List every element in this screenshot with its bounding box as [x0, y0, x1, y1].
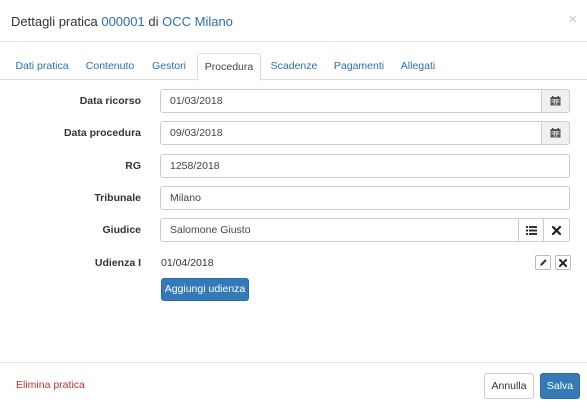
calendar-icon: [550, 96, 561, 106]
tab-bar: Dati pratica Contenuto Gestori Procedura…: [0, 53, 587, 81]
tab-scadenze[interactable]: Scadenze: [263, 53, 325, 80]
udienza-row: Udienza I 01/04/2018: [0, 255, 587, 271]
rg-input[interactable]: [160, 154, 570, 178]
modal-footer: Elimina pratica Annulla Salva: [0, 362, 587, 409]
data-ricorso-label: Data ricorso: [79, 95, 141, 107]
udienza-edit-button[interactable]: [535, 255, 551, 270]
giudice-label: Giudice: [102, 224, 141, 236]
form-row-data-ricorso: Data ricorso: [0, 89, 587, 113]
udienza-label: Udienza I: [94, 257, 141, 269]
close-icon[interactable]: ×: [568, 12, 577, 27]
tribunale-input[interactable]: [160, 186, 570, 210]
form-row-tribunale: Tribunale: [0, 186, 587, 210]
tab-pagamenti[interactable]: Pagamenti: [327, 53, 391, 80]
cancel-button[interactable]: Annulla: [484, 373, 534, 399]
pencil-icon: [539, 259, 547, 266]
close-icon: [559, 258, 567, 267]
tab-procedura[interactable]: Procedura: [197, 53, 261, 81]
data-ricorso-input[interactable]: [160, 89, 542, 113]
giudice-list-button[interactable]: [518, 218, 544, 242]
title-prefix: Dettagli pratica: [11, 14, 98, 29]
tribunale-label: Tribunale: [94, 192, 141, 204]
close-icon: [552, 225, 561, 235]
title-mid: di: [148, 14, 159, 29]
tab-contenuto[interactable]: Contenuto: [78, 53, 142, 80]
delete-practice-link[interactable]: Elimina pratica: [16, 379, 85, 391]
organization-link[interactable]: OCC Milano: [162, 14, 233, 29]
modal-header: Dettagli pratica 000001 di OCC Milano ×: [0, 0, 587, 42]
form-row-rg: RG: [0, 154, 587, 178]
giudice-clear-button[interactable]: [543, 218, 570, 242]
data-procedura-calendar-button[interactable]: [541, 121, 570, 145]
data-procedura-label: Data procedura: [63, 127, 141, 139]
add-udienza-button[interactable]: Aggiungi udienza: [161, 278, 249, 301]
practice-number-link[interactable]: 000001: [101, 14, 144, 29]
modal-title: Dettagli pratica 000001 di OCC Milano: [11, 14, 233, 29]
calendar-icon: [550, 128, 561, 138]
list-icon: [525, 225, 537, 235]
udienza-date: 01/04/2018: [161, 257, 214, 269]
giudice-input[interactable]: [160, 218, 519, 242]
tab-allegati[interactable]: Allegati: [393, 53, 443, 80]
save-button[interactable]: Salva: [540, 373, 580, 399]
form-row-giudice: Giudice: [0, 218, 587, 242]
tab-dati-pratica[interactable]: Dati pratica: [8, 53, 76, 80]
udienza-delete-button[interactable]: [555, 255, 571, 270]
data-procedura-input[interactable]: [160, 121, 542, 145]
form-row-data-procedura: Data procedura: [0, 121, 587, 145]
data-ricorso-calendar-button[interactable]: [541, 89, 570, 113]
tab-gestori[interactable]: Gestori: [144, 53, 194, 80]
rg-label: RG: [125, 160, 141, 172]
